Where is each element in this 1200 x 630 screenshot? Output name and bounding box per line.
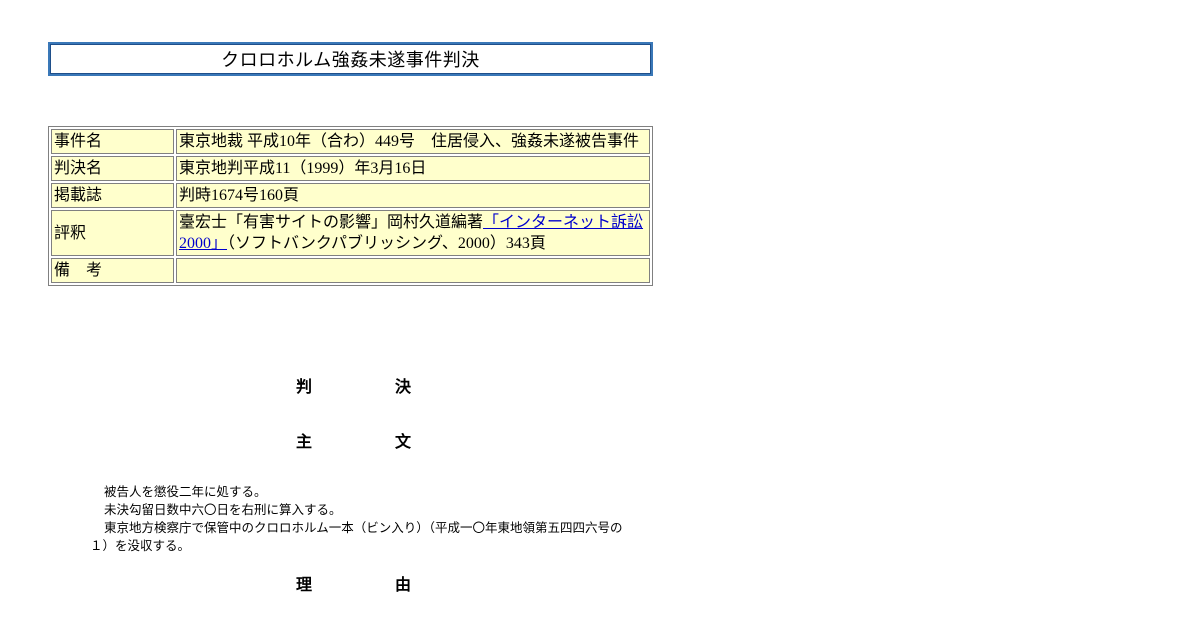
document-title: クロロホルム強姦未遂事件判決 (221, 50, 480, 70)
main-text-heading-char-1: 主 (296, 432, 313, 451)
judgment-heading-char-1: 判 (296, 377, 313, 396)
main-text-heading-char-2: 文 (394, 432, 411, 451)
main-text-paragraph: 東京地方検察庁で保管中のクロロホルム一本（ビン入り）（平成一〇年東地領第五四四六… (90, 520, 623, 553)
judgment-heading: 判 決 (296, 373, 411, 397)
table-row: 評釈 臺宏士「有害サイトの影響」岡村久道編著「インターネット訴訟2000」（ソフ… (51, 210, 650, 256)
publication-label: 掲載誌 (51, 183, 174, 208)
commentary-text-before: 臺宏士「有害サイトの影響」岡村久道編著 (179, 214, 484, 231)
commentary-text-after: （ソフトバンクパブリッシング、2000）343頁 (227, 235, 546, 252)
commentary-value: 臺宏士「有害サイトの影響」岡村久道編著「インターネット訴訟2000」（ソフトバン… (176, 210, 650, 256)
publication-value: 判時1674号160頁 (176, 183, 650, 208)
reasons-heading-char-1: 理 (296, 575, 313, 594)
case-info-table: 事件名 東京地裁 平成10年（合わ）449号 住居侵入、強姦未遂被告事件 判決名… (48, 126, 653, 286)
reasons-heading: 理 由 (296, 571, 411, 595)
judgment-name-label: 判決名 (51, 156, 174, 181)
table-row: 事件名 東京地裁 平成10年（合わ）449号 住居侵入、強姦未遂被告事件 (51, 129, 650, 154)
main-text-paragraph: 被告人を懲役二年に処する。 (104, 484, 267, 499)
main-text-paragraph: 未決勾留日数中六〇日を右刑に算入する。 (104, 502, 342, 517)
case-name-value: 東京地裁 平成10年（合わ）449号 住居侵入、強姦未遂被告事件 (176, 129, 650, 154)
main-text-body: 被告人を懲役二年に処する。 未決勾留日数中六〇日を右刑に算入する。 東京地方検察… (90, 483, 630, 555)
table-row: 判決名 東京地判平成11（1999）年3月16日 (51, 156, 650, 181)
judgment-heading-char-2: 決 (394, 377, 411, 396)
case-name-label: 事件名 (51, 129, 174, 154)
reasons-heading-char-2: 由 (394, 575, 411, 594)
judgment-name-value: 東京地判平成11（1999）年3月16日 (176, 156, 650, 181)
table-row: 掲載誌 判時1674号160頁 (51, 183, 650, 208)
remarks-label: 備 考 (51, 258, 174, 283)
main-text-heading: 主 文 (296, 428, 411, 452)
remarks-value (176, 258, 650, 283)
commentary-label: 評釈 (51, 210, 174, 256)
table-row: 備 考 (51, 258, 650, 283)
document-title-box: クロロホルム強姦未遂事件判決 (48, 42, 653, 76)
